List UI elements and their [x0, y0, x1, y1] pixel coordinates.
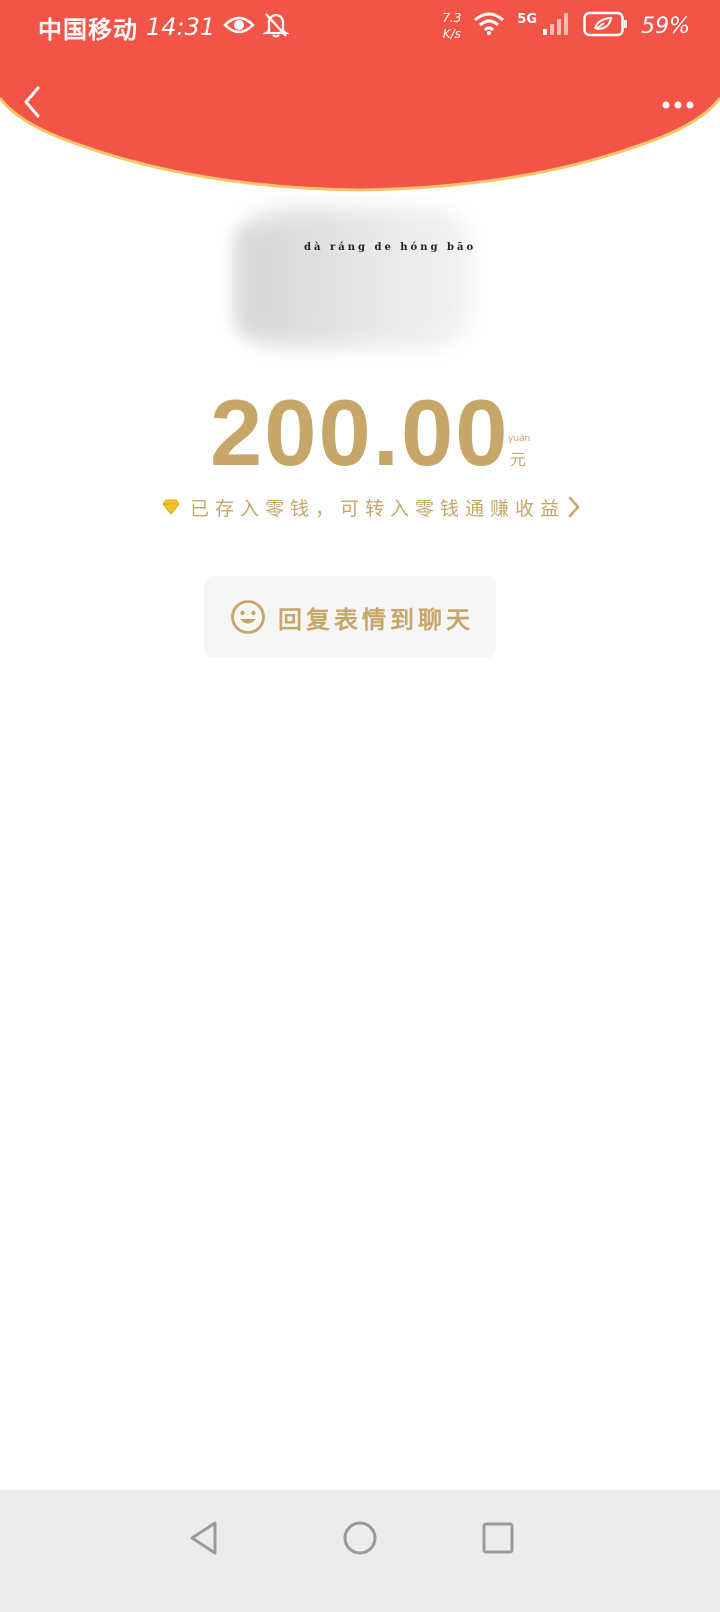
system-nav-bar — [0, 1490, 720, 1612]
status-left: 中国移动 14:31 — [38, 10, 290, 44]
signal-icon — [541, 11, 571, 41]
amount-value: 200.00 — [210, 380, 510, 485]
status-bar: 中国移动 14:31 7.3 K/s 5G 59% — [0, 0, 720, 52]
smile-icon — [230, 599, 266, 635]
eye-icon — [223, 15, 255, 39]
amount-section: 200.00 yuán 元 — [0, 378, 720, 488]
triangle-back-icon — [187, 1520, 221, 1560]
circle-home-icon — [342, 1520, 378, 1560]
wifi-icon — [473, 12, 505, 40]
clock-time: 14:31 — [146, 13, 216, 41]
nav-recent-button[interactable] — [468, 1510, 528, 1570]
battery-icon — [583, 11, 629, 41]
diamond-icon — [160, 496, 182, 518]
carrier-name: 中国移动 — [38, 14, 138, 44]
reply-emoji-button[interactable]: 回复表情到聊天 — [204, 576, 496, 658]
sender-info: dà ráng de hóng bāo — [236, 208, 473, 348]
reply-button-label: 回复表情到聊天 — [278, 604, 474, 634]
mute-bell-icon — [262, 11, 290, 43]
nav-home-button[interactable] — [330, 1510, 390, 1570]
change-notice-text: 已存入零钱，可转入零钱通赚收益 — [190, 497, 566, 520]
amount-unit: 元 — [510, 450, 527, 469]
chevron-right-icon — [567, 495, 581, 519]
amount-unit-pinyin: yuán — [508, 434, 531, 444]
avatar — [236, 226, 296, 336]
change-notice-link[interactable]: 已存入零钱，可转入零钱通赚收益 — [160, 490, 581, 524]
more-dots-icon — [661, 95, 695, 114]
nav-back-button[interactable] — [174, 1510, 234, 1570]
net-speed-value: 7.3 — [442, 11, 462, 25]
square-recent-icon — [481, 1521, 515, 1559]
back-button[interactable] — [10, 82, 54, 126]
status-right: 7.3 K/s 5G 59% — [442, 8, 690, 44]
net-speed-unit: K/s — [442, 27, 461, 41]
net-speed: 7.3 K/s — [442, 10, 461, 42]
chevron-left-icon — [22, 85, 42, 123]
battery-percent: 59% — [641, 13, 690, 39]
more-button[interactable] — [654, 82, 702, 126]
nav-row — [0, 82, 720, 126]
network-type: 5G — [517, 11, 538, 27]
sender-name-pinyin: dà ráng de hóng bāo — [304, 242, 477, 253]
